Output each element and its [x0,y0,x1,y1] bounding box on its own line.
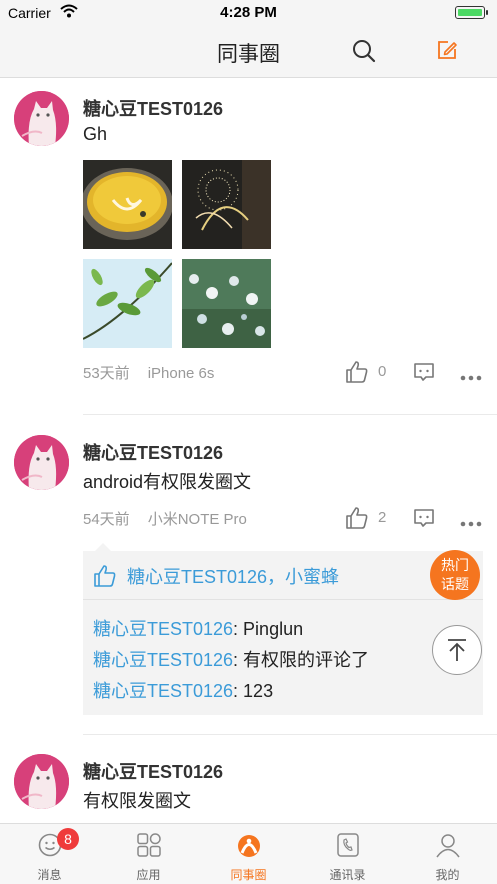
photo-thumbnail[interactable] [182,259,271,348]
post-device: iPhone 6s [147,365,215,382]
comment-text: : 有权限的评论了 [233,650,370,670]
photo-thumbnail[interactable] [182,160,271,249]
post-meta: 53天前 iPhone 6s [83,362,214,383]
comment-author[interactable]: 糖心豆TEST0126 [93,619,233,639]
author-name[interactable]: 糖心豆TEST0126 [83,95,223,121]
clock: 4:28 PM [220,4,277,21]
liked-by-list[interactable]: 糖心豆TEST0126，小蜜蜂 [127,563,339,589]
comment-author[interactable]: 糖心豆TEST0126 [93,650,233,670]
post-time: 54天前 [83,511,130,528]
tab-bar: 8 消息 应用 同事圈 通讯录 我的 [0,823,497,884]
arrow-up-icon [448,639,466,661]
hot-topic-line1: 热门 [441,557,469,573]
tab-profile[interactable]: 我的 [398,824,497,884]
tab-label: 通讯录 [329,868,366,882]
comment-item[interactable]: 糖心豆TEST0126: 123 [93,677,273,703]
contacts-icon [335,832,361,863]
hot-topic-line2: 话题 [441,576,469,592]
unread-badge: 8 [57,828,79,850]
photo-thumbnail[interactable] [83,259,172,348]
post-device: 小米NOTE Pro [147,511,247,528]
more-icon[interactable] [460,514,482,532]
tab-apps[interactable]: 应用 [99,824,198,884]
post-text: Gh [83,124,108,144]
hot-topic-button[interactable]: 热门 话题 [430,550,480,600]
comment-item[interactable]: 糖心豆TEST0126: 有权限的评论了 [93,646,369,672]
liked-by-icon [93,564,117,593]
scroll-to-top-button[interactable] [432,625,482,675]
like-icon[interactable] [345,360,369,389]
tab-label: 同事圈 [230,868,267,882]
tab-label: 应用 [136,868,161,882]
page-title: 同事圈 [217,43,280,66]
comment-text: : Pinglun [233,619,304,639]
moments-icon [236,832,262,863]
avatar[interactable] [14,435,69,490]
search-icon[interactable] [352,39,376,68]
tab-label: 消息 [37,868,62,882]
author-name[interactable]: 糖心豆TEST0126 [83,758,223,784]
comment-author[interactable]: 糖心豆TEST0126 [93,681,233,701]
post-text: 有权限发圈文 [83,791,191,811]
comment-text: : 123 [233,681,274,701]
post-time: 53天前 [83,365,130,382]
post-text: android有权限发圈文 [83,472,252,492]
compose-icon[interactable] [436,39,458,66]
divider [83,734,497,735]
battery-icon [455,6,488,19]
user-icon [435,832,461,863]
author-name[interactable]: 糖心豆TEST0126 [83,439,223,465]
apps-grid-icon [136,832,162,863]
moments-feed[interactable]: 糖心豆TEST0126 Gh 53天前 iPhone 6s 0 糖心豆TEST0… [0,78,497,823]
tab-moments[interactable]: 同事圈 [199,824,298,884]
tab-contacts[interactable]: 通讯录 [298,824,397,884]
divider [83,599,483,600]
photo-thumbnail[interactable] [83,160,172,249]
avatar[interactable] [14,91,69,146]
avatar[interactable] [14,754,69,809]
more-icon[interactable] [460,368,482,386]
like-count: 0 [378,363,387,380]
like-icon[interactable] [345,506,369,535]
comment-icon[interactable] [413,507,435,534]
status-bar: Carrier 4:28 PM [0,0,497,26]
comment-icon[interactable] [413,361,435,388]
post-meta: 54天前 小米NOTE Pro [83,508,247,529]
like-count: 2 [378,509,387,526]
tab-messages[interactable]: 8 消息 [0,824,99,884]
comment-box: 糖心豆TEST0126，小蜜蜂 糖心豆TEST0126: Pinglun 糖心豆… [83,543,483,715]
divider [83,414,497,415]
comment-item[interactable]: 糖心豆TEST0126: Pinglun [93,615,303,641]
nav-bar: 同事圈 [0,26,497,78]
tab-label: 我的 [435,868,460,882]
